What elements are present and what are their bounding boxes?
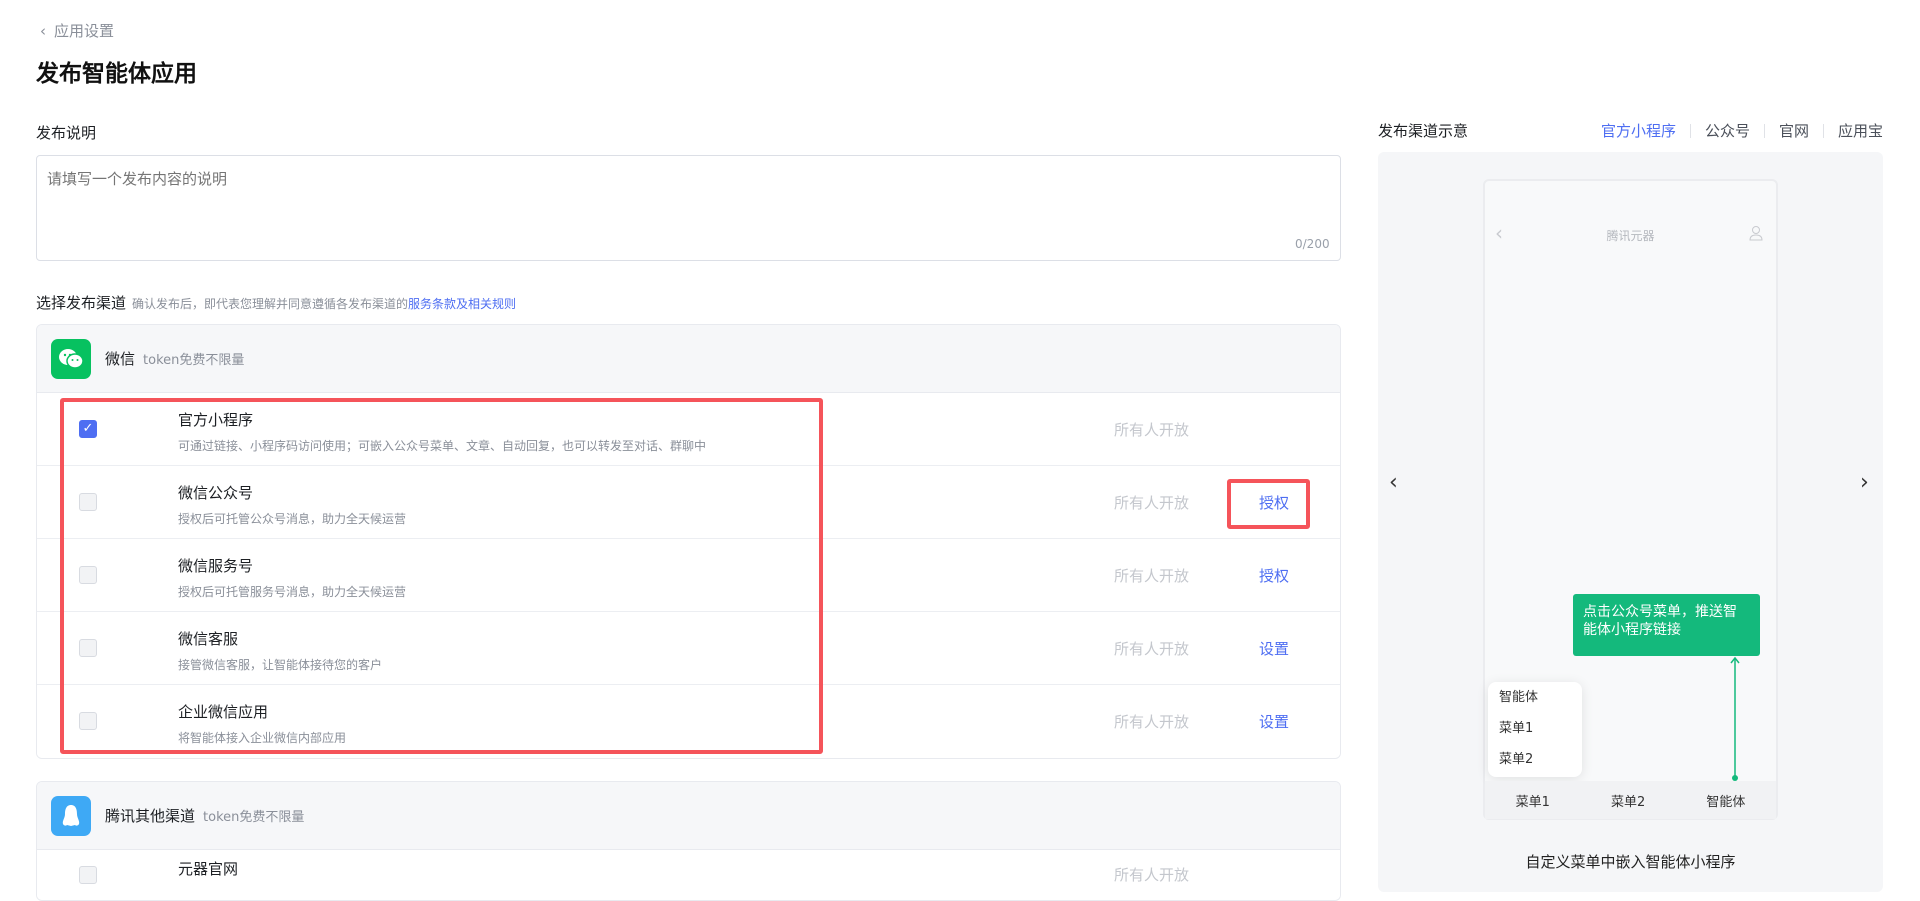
checkbox[interactable]: [79, 866, 97, 884]
preview-caption: 自定义菜单中嵌入智能体小程序: [1525, 853, 1736, 871]
checkbox[interactable]: [79, 566, 97, 584]
checkbox[interactable]: [79, 639, 97, 657]
channel-desc: 接管微信客服，让智能体接待您的客户: [178, 658, 383, 672]
channel-title: 元器官网: [178, 860, 239, 878]
next-arrow-icon[interactable]: ›: [1860, 470, 1869, 495]
group-name: 微信: [105, 350, 136, 368]
phone-title: 腾讯元器: [1606, 229, 1655, 243]
prev-arrow-icon[interactable]: ‹: [1389, 470, 1398, 495]
channel-desc: 可通过链接、小程序码访问使用；可嵌入公众号菜单、文章、自动回复，也可以转发至对话…: [178, 439, 707, 453]
submenu-popup: 智能体 菜单1 菜单2: [1488, 682, 1582, 777]
channel-row-wecom-app: 企业微信应用 将智能体接入企业微信内部应用 所有人开放 设置: [37, 685, 1340, 758]
channel-row-customer-service: 微信客服 接管微信客服，让智能体接待您的客户 所有人开放 设置: [37, 612, 1340, 685]
channel-section-label: 选择发布渠道 确认发布后，即代表您理解并同意遵循各发布渠道的服务条款及相关规则: [36, 292, 516, 313]
channel-title: 官方小程序: [178, 411, 254, 429]
tab-official-account[interactable]: 公众号: [1705, 120, 1750, 141]
group-sub: token免费不限量: [143, 353, 245, 368]
description-input[interactable]: [36, 155, 1341, 261]
openness-status: 所有人开放: [1114, 640, 1190, 658]
terms-link[interactable]: 服务条款及相关规则: [408, 297, 516, 311]
channel-desc: 授权后可托管公众号消息，助力全天候运营: [178, 512, 407, 526]
channel-hint: 确认发布后，即代表您理解并同意遵循各发布渠道的: [132, 297, 409, 311]
channel-title: 微信服务号: [178, 557, 254, 575]
menu-item[interactable]: 菜单2: [1611, 791, 1645, 810]
char-counter: 0/200: [1295, 237, 1330, 251]
menu-item[interactable]: 智能体: [1706, 791, 1745, 810]
wechat-logo-icon: [51, 338, 91, 379]
openness-status: 所有人开放: [1114, 421, 1190, 439]
settings-button[interactable]: 设置: [1259, 638, 1289, 659]
channel-desc: 授权后可托管服务号消息，助力全天候运营: [178, 585, 407, 599]
settings-button[interactable]: 设置: [1259, 711, 1289, 732]
channel-title: 微信客服: [178, 630, 239, 648]
preview-tabs: 官方小程序 公众号 官网 应用宝: [1601, 120, 1883, 141]
back-link[interactable]: ‹ 应用设置: [40, 20, 114, 41]
channel-row-official-account: 微信公众号 授权后可托管公众号消息，助力全天候运营 所有人开放 授权: [37, 466, 1340, 539]
group-name: 腾讯其他渠道: [105, 807, 196, 825]
group-sub: token免费不限量: [203, 810, 305, 825]
submenu-item[interactable]: 菜单2: [1488, 744, 1582, 775]
tencent-channel-card: 腾讯其他渠道 token免费不限量 元器官网 所有人开放: [36, 781, 1341, 901]
callout-box: 点击公众号菜单，推送智能体小程序链接: [1573, 594, 1760, 656]
description-label: 发布说明: [36, 124, 97, 142]
authorize-button[interactable]: 授权: [1259, 492, 1289, 513]
channel-title: 企业微信应用: [178, 703, 269, 721]
openness-status: 所有人开放: [1114, 866, 1190, 884]
submenu-item[interactable]: 智能体: [1488, 682, 1582, 713]
tab-app-store[interactable]: 应用宝: [1838, 120, 1883, 141]
arrow-line: [1730, 656, 1740, 781]
chevron-left-icon: ‹: [40, 21, 46, 40]
page-title: 发布智能体应用: [36, 61, 197, 87]
channel-row-miniprogram: ✓ 官方小程序 可通过链接、小程序码访问使用；可嵌入公众号菜单、文章、自动回复，…: [37, 393, 1340, 466]
checkbox[interactable]: ✓: [79, 420, 97, 438]
preview-label: 发布渠道示意: [1378, 122, 1469, 140]
channel-title: 微信公众号: [178, 484, 254, 502]
tab-miniprogram[interactable]: 官方小程序: [1601, 120, 1676, 141]
channel-label: 选择发布渠道: [36, 294, 127, 312]
channel-desc: 将智能体接入企业微信内部应用: [178, 731, 347, 745]
menu-item[interactable]: 菜单1: [1516, 791, 1550, 810]
checkbox[interactable]: [79, 712, 97, 730]
channel-row-official-site: 元器官网 所有人开放: [37, 850, 1340, 900]
channel-row-service-account: 微信服务号 授权后可托管服务号消息，助力全天候运营 所有人开放 授权: [37, 539, 1340, 612]
openness-status: 所有人开放: [1114, 567, 1190, 585]
qq-logo-icon: [51, 795, 91, 836]
tab-website[interactable]: 官网: [1779, 120, 1809, 141]
submenu-item[interactable]: 菜单1: [1488, 713, 1582, 744]
authorize-button[interactable]: 授权: [1259, 565, 1289, 586]
wechat-channel-card: 微信 token免费不限量 ✓ 官方小程序 可通过链接、小程序码访问使用；可嵌入…: [36, 324, 1341, 759]
phone-bottom-menu: 菜单1 菜单2 智能体: [1485, 781, 1776, 819]
user-icon: [1749, 225, 1763, 245]
openness-status: 所有人开放: [1114, 713, 1190, 731]
openness-status: 所有人开放: [1114, 494, 1190, 512]
checkbox[interactable]: [79, 493, 97, 511]
